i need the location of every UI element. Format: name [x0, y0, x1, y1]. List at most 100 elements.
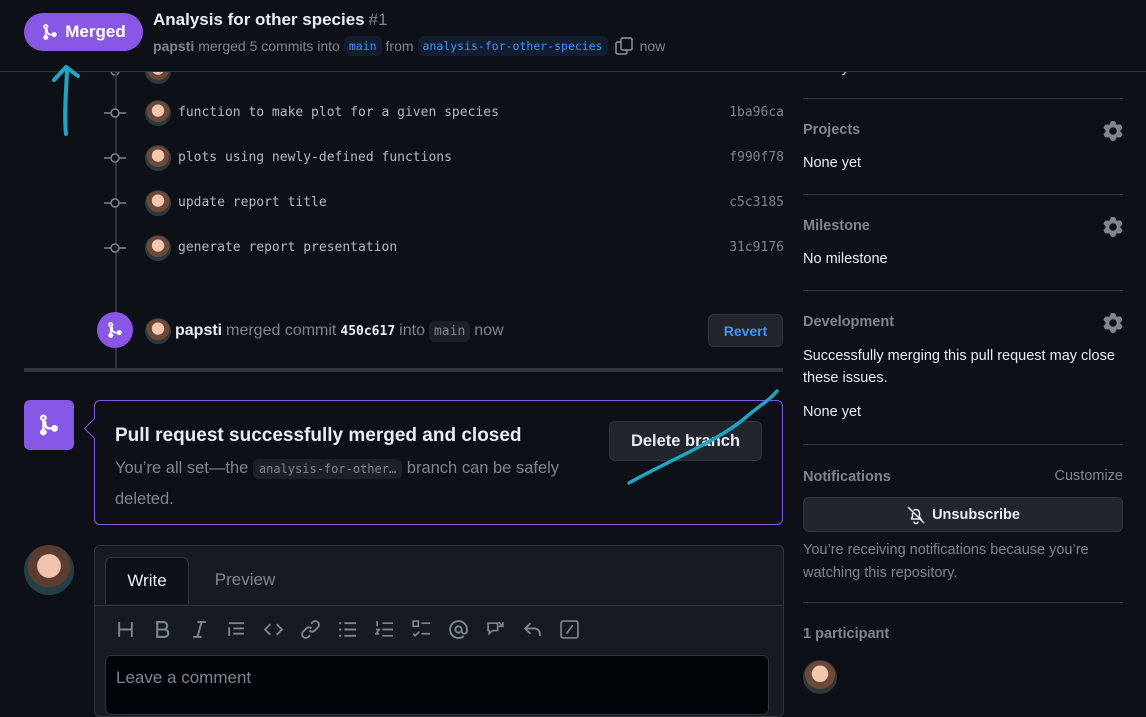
gear-icon[interactable]: [1103, 313, 1123, 333]
commit-sha[interactable]: f990f78: [729, 150, 784, 165]
gear-icon[interactable]: [1103, 217, 1123, 237]
commit-dot-icon: [104, 153, 126, 163]
commit-row: plots using newly-defined functions f990…: [104, 145, 784, 171]
git-merge-icon: [43, 24, 58, 40]
into-text: into: [399, 322, 425, 339]
merged-desc-prefix: You’re all set—the: [115, 459, 249, 477]
notifications-section: Notifications Customize: [803, 468, 1123, 488]
head-branch-label[interactable]: analysis-for-other-species: [417, 36, 608, 56]
commit-avatar[interactable]: [145, 100, 171, 126]
commit-sha[interactable]: 31c9176: [729, 240, 784, 255]
markdown-toolbar: [115, 619, 580, 640]
author-link[interactable]: papsti: [153, 38, 194, 54]
commit-message[interactable]: update report title: [178, 195, 327, 210]
from-text: from: [385, 38, 414, 54]
merge-event-badge: [97, 312, 133, 348]
merged-status-box: Pull request successfully merged and clo…: [94, 400, 783, 525]
commit-avatar[interactable]: [145, 145, 171, 171]
heading-icon[interactable]: [115, 619, 136, 640]
merged-box-icon: [24, 400, 74, 450]
tabs-divider: [95, 605, 783, 606]
commit-message[interactable]: generate report presentation: [178, 240, 397, 255]
merge-event-action: merged commit: [226, 322, 337, 339]
gear-icon[interactable]: [1103, 121, 1123, 141]
participants-title: 1 participant: [803, 626, 890, 642]
quote-icon[interactable]: [226, 619, 247, 640]
customize-link[interactable]: Customize: [1055, 468, 1124, 484]
link-icon[interactable]: [300, 619, 321, 640]
merge-commit-sha[interactable]: 450c617: [340, 324, 395, 339]
commit-row: function to make plot for a given specie…: [104, 100, 784, 126]
merged-box-title: Pull request successfully merged and clo…: [115, 425, 522, 446]
milestone-value: No milestone: [803, 251, 888, 267]
merge-target-branch[interactable]: main: [428, 320, 471, 342]
bold-icon[interactable]: [152, 619, 173, 640]
projects-value: None yet: [803, 155, 862, 171]
sidebar-divider: [803, 290, 1123, 291]
commit-message[interactable]: plots using newly-defined functions: [178, 150, 452, 165]
notifications-description: You’re receiving notifications because y…: [803, 542, 1089, 581]
merge-event: papsti merged commit 450c617 into main n…: [97, 312, 783, 348]
status-label: Merged: [65, 22, 126, 41]
participant-avatar[interactable]: [803, 660, 837, 694]
sidebar-divider: [803, 602, 1123, 603]
revert-button[interactable]: Revert: [708, 314, 783, 347]
commit-sha[interactable]: c5c3185: [729, 195, 784, 210]
merge-event-user[interactable]: papsti: [175, 322, 222, 340]
git-merge-icon: [108, 322, 122, 338]
git-merge-icon: [40, 414, 59, 436]
tab-preview[interactable]: Preview: [205, 557, 285, 603]
merge-action-text: merged 5 commits into: [198, 38, 340, 54]
mention-icon[interactable]: [448, 619, 469, 640]
projects-section: Projects: [803, 121, 1123, 145]
delete-branch-button[interactable]: Delete branch: [609, 421, 762, 461]
pr-title: Analysis for other species #1: [153, 10, 388, 30]
commit-message[interactable]: function to make plot for a given specie…: [178, 105, 499, 120]
copy-icon[interactable]: [614, 36, 634, 56]
commit-row: update report title c5c3185: [104, 190, 784, 216]
code-icon[interactable]: [263, 619, 284, 640]
timeline-divider: [24, 368, 783, 372]
pr-number: #1: [368, 10, 388, 29]
development-section: Development: [803, 313, 1123, 337]
merged-branch-label[interactable]: analysis-for-other…: [252, 459, 403, 479]
numbered-list-icon[interactable]: [374, 619, 395, 640]
task-list-icon[interactable]: [411, 619, 432, 640]
commit-avatar[interactable]: [145, 190, 171, 216]
pr-header: Merged Analysis for other species #1 paps…: [0, 0, 1146, 72]
development-title[interactable]: Development: [803, 314, 894, 330]
commit-dot-icon: [104, 243, 126, 253]
sidebar-divider: [803, 444, 1123, 445]
slash-command-icon[interactable]: [559, 619, 580, 640]
notifications-title: Notifications: [803, 469, 891, 485]
tab-write[interactable]: Write: [105, 557, 189, 604]
italic-icon[interactable]: [189, 619, 210, 640]
projects-title[interactable]: Projects: [803, 122, 860, 138]
base-branch-label[interactable]: main: [343, 36, 382, 56]
merged-box-description: You’re all set—the analysis-for-other… b…: [115, 453, 575, 514]
commit-dot-icon: [104, 108, 126, 118]
cross-reference-icon[interactable]: [485, 619, 506, 640]
merged-status-badge: Merged: [24, 13, 143, 51]
bell-slash-icon: [907, 505, 925, 524]
development-value: None yet: [803, 404, 862, 420]
comment-textarea[interactable]: Leave a comment: [105, 655, 769, 715]
sidebar-divider: [803, 98, 1123, 99]
milestone-title[interactable]: Milestone: [803, 218, 870, 234]
merge-time: now: [639, 38, 666, 54]
development-description: Successfully merging this pull request m…: [803, 348, 1115, 386]
merge-event-avatar[interactable]: [145, 318, 171, 344]
current-user-avatar[interactable]: [24, 545, 74, 595]
pr-title-text: Analysis for other species: [153, 10, 365, 29]
comment-editor: Write Preview Leave a comment: [94, 545, 784, 717]
reply-icon[interactable]: [522, 619, 543, 640]
merge-event-time: now: [474, 322, 504, 339]
unsubscribe-label: Unsubscribe: [932, 506, 1020, 523]
unsubscribe-button[interactable]: Unsubscribe: [803, 497, 1123, 532]
bulleted-list-icon[interactable]: [337, 619, 358, 640]
pr-subtitle: papsti merged 5 commits into main from a…: [153, 36, 665, 56]
commit-avatar[interactable]: [145, 235, 171, 261]
annotation-arrow: [52, 65, 80, 136]
merge-event-text: papsti merged commit 450c617 into main n…: [145, 318, 504, 344]
commit-sha[interactable]: 1ba96ca: [729, 105, 784, 120]
